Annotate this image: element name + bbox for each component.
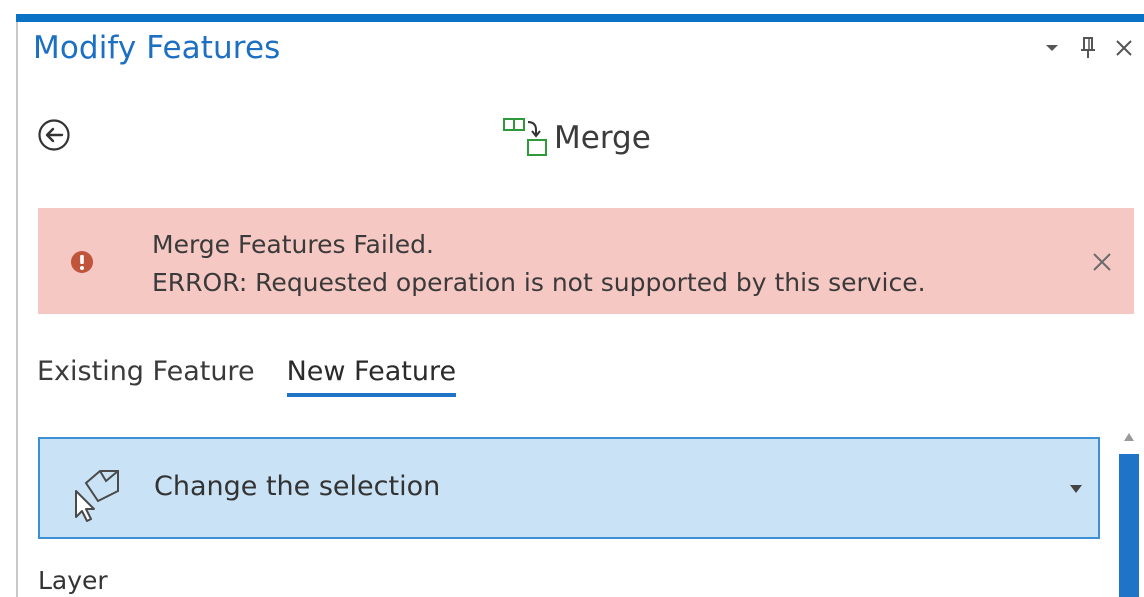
scrollbar-thumb[interactable]: [1119, 454, 1139, 597]
window-top-strip: [0, 0, 1144, 14]
tab-existing-feature[interactable]: Existing Feature: [37, 356, 255, 397]
pane-title-controls: [1040, 36, 1136, 60]
options-dropdown-button[interactable]: [1040, 36, 1064, 60]
tool-heading: Merge: [502, 116, 651, 160]
merge-icon: [503, 118, 547, 156]
back-button[interactable]: [37, 118, 71, 152]
feature-tabs: Existing Feature New Feature: [37, 356, 456, 397]
pane-title: Modify Features: [33, 30, 281, 66]
pane-accent-bar: [16, 14, 1144, 22]
error-icon: [71, 251, 93, 273]
back-arrow-icon: [38, 119, 70, 151]
layer-field-label: Layer: [38, 566, 108, 595]
select-features-icon: [75, 470, 119, 522]
error-title: Merge Features Failed.: [152, 230, 434, 259]
close-pane-button[interactable]: [1112, 36, 1136, 60]
vertical-scrollbar[interactable]: [1118, 430, 1140, 597]
pin-button[interactable]: [1076, 36, 1100, 60]
error-message: ERROR: Requested operation is not suppor…: [152, 268, 926, 297]
change-selection-label: Change the selection: [154, 471, 441, 502]
change-selection-dropdown[interactable]: Change the selection: [38, 437, 1100, 539]
pin-icon: [1081, 37, 1095, 58]
close-icon: [1093, 253, 1111, 271]
tool-name: Merge: [554, 120, 651, 156]
error-banner: Merge Features Failed. ERROR: Requested …: [38, 208, 1134, 314]
close-icon: [1116, 40, 1132, 56]
scroll-up-arrow-icon[interactable]: [1122, 430, 1136, 444]
pane-left-border: [16, 22, 18, 597]
dismiss-error-button[interactable]: [1088, 248, 1116, 276]
tab-new-feature[interactable]: New Feature: [286, 356, 456, 397]
chevron-down-icon: [1046, 45, 1058, 51]
caret-down-icon: [1070, 485, 1082, 493]
